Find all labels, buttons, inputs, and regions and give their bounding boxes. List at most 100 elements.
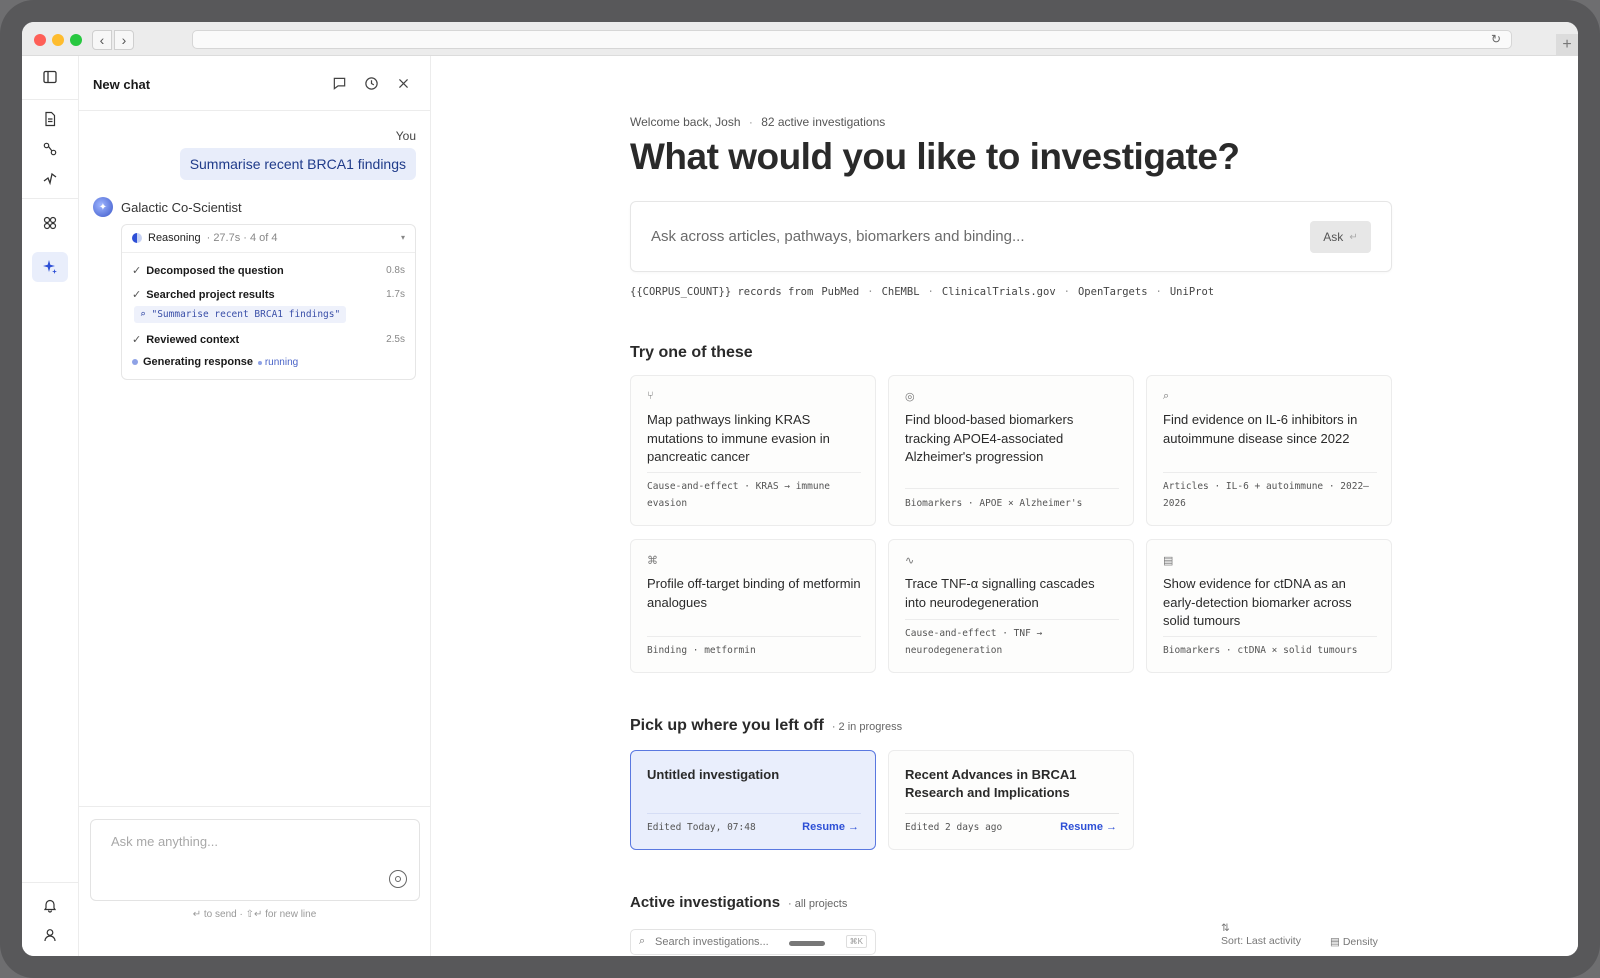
close-window-button[interactable] <box>34 34 46 46</box>
rail-articles[interactable] <box>32 104 68 134</box>
active-meta: · all projects <box>788 898 848 910</box>
page-title: What would you like to investigate? <box>630 136 1240 177</box>
reasoning-header[interactable]: Reasoning · 27.7s · 4 of 4 <box>132 232 278 244</box>
profile-button[interactable] <box>32 920 68 950</box>
ask-button[interactable]: Ask ↵ <box>1310 221 1371 253</box>
sort-label: Sort: Last activity <box>1221 935 1301 947</box>
rail-divider <box>22 882 79 883</box>
resume-button[interactable]: Resume → <box>802 821 859 833</box>
pickup-title: Pick up where you left off <box>630 717 824 734</box>
new-chat-button[interactable] <box>329 73 349 93</box>
try-section-title: Try one of these <box>630 344 753 361</box>
source-item: OpenTargets <box>1077 286 1148 298</box>
ask-box[interactable]: Ask ↵ <box>630 201 1392 272</box>
chat-composer[interactable] <box>90 819 420 901</box>
chat-header: New chat <box>79 56 430 111</box>
source-separator: · <box>1155 286 1162 298</box>
status-dot-icon <box>258 360 263 365</box>
query-text: "Summarise recent BRCA1 findings" <box>151 309 341 320</box>
investigation-title: Untitled investigation <box>647 767 780 782</box>
address-bar[interactable]: ↻ <box>192 30 1512 49</box>
rail-biomarkers[interactable] <box>32 164 68 194</box>
investigation-search[interactable]: ⌕ ⌘K <box>630 929 876 955</box>
active-section-title: Active investigations · all projects <box>630 894 847 911</box>
suggestion-card[interactable]: ⌘ Profile off-target binding of metformi… <box>630 539 876 673</box>
forward-button[interactable]: › <box>114 30 134 50</box>
composer-divider <box>79 806 430 807</box>
density-control[interactable]: ▤ Density <box>1330 936 1378 948</box>
suggestion-card[interactable]: ⌕ Find evidence on IL-6 inhibitors in au… <box>1146 375 1392 526</box>
investigation-card[interactable]: Recent Advances in BRCA1 Research and Im… <box>888 750 1134 850</box>
main-content: Welcome back, Josh · 82 active investiga… <box>431 56 1578 956</box>
step-label: Generating response <box>143 356 254 368</box>
check-icon: ✓ <box>132 334 142 346</box>
suggestion-title: Find blood-based biomarkers tracking APO… <box>905 412 1074 464</box>
suggestion-title: Profile off-target binding of metformin … <box>647 576 861 610</box>
maximize-window-button[interactable] <box>70 34 82 46</box>
binding-icon <box>43 216 57 230</box>
reasoning-title: Reasoning <box>148 232 201 244</box>
chat-history-button[interactable] <box>361 73 381 93</box>
notifications-button[interactable] <box>32 890 68 920</box>
sort-icon: ⇅ <box>1221 922 1230 934</box>
binding-icon: ⌘ <box>647 555 658 567</box>
new-tab-button[interactable]: + <box>1556 34 1578 56</box>
investigation-title: Recent Advances in BRCA1 Research and Im… <box>905 767 1077 800</box>
ask-button-label: Ask <box>1323 230 1344 244</box>
ask-input[interactable] <box>651 228 1301 245</box>
assistant-name: Galactic Co-Scientist <box>121 199 242 215</box>
suggestion-title: Show evidence for ctDNA as an early-dete… <box>1163 576 1352 628</box>
reload-icon[interactable]: ↻ <box>1491 32 1501 46</box>
active-count: 82 active investigations <box>761 115 886 129</box>
shortcut-badge: ⌘K <box>845 935 867 948</box>
suggestion-tags: Cause-and-effect · TNF → neurodegenerati… <box>905 628 1043 656</box>
send-button[interactable] <box>389 870 407 888</box>
search-icon: ⌕ <box>140 309 146 320</box>
reasoning-step: ✓ Reviewed context <box>132 333 239 347</box>
clock-icon <box>364 76 378 90</box>
status-text: running <box>264 356 299 368</box>
reasoning-step: ✓ Searched project results <box>132 288 275 302</box>
rail-binding[interactable] <box>32 208 68 238</box>
card-divider <box>647 472 861 473</box>
investigation-search-input[interactable] <box>655 936 785 948</box>
close-chat-button[interactable] <box>393 73 413 93</box>
document-icon: ▤ <box>1163 555 1174 567</box>
investigation-card[interactable]: Untitled investigation Edited Today, 07:… <box>630 750 876 850</box>
chat-panel: New chat You Summarise recent BRCA1 find… <box>79 56 431 956</box>
source-item: UniProt <box>1169 286 1215 298</box>
rail-pathways[interactable] <box>32 134 68 164</box>
reasoning-panel[interactable]: Reasoning · 27.7s · 4 of 4 ▾ ✓ Decompose… <box>121 224 416 380</box>
source-separator: · <box>927 286 934 298</box>
search-query-chip: ⌕ "Summarise recent BRCA1 findings" <box>134 306 347 323</box>
suggestion-card[interactable]: ▤ Show evidence for ctDNA as an early-de… <box>1146 539 1392 673</box>
user-message: Summarise recent BRCA1 findings <box>179 148 416 180</box>
density-label: Density <box>1342 936 1378 948</box>
suggestion-tags: Biomarkers · APOE × Alzheimer's <box>905 498 1083 509</box>
card-divider <box>1163 636 1377 637</box>
source-separator: · <box>867 286 874 298</box>
rail-co-scientist[interactable] <box>32 252 68 282</box>
suggestion-tags: Binding · metformin <box>647 645 756 656</box>
target-icon <box>395 876 401 882</box>
step-label: Searched project results <box>146 288 275 301</box>
chevron-down-icon[interactable]: ▾ <box>401 233 405 242</box>
sidebar-toggle-button[interactable] <box>32 62 68 92</box>
assistant-avatar: ✦ <box>93 197 113 217</box>
pickup-section-title: Pick up where you left off · 2 in progres… <box>630 717 902 735</box>
sidebar-toggle-icon <box>43 70 57 84</box>
minimize-window-button[interactable] <box>52 34 64 46</box>
card-divider <box>647 813 861 814</box>
suggestion-card[interactable]: ◎ Find blood-based biomarkers tracking A… <box>888 375 1134 526</box>
browser-titlebar: ‹ › ↻ + <box>22 22 1578 56</box>
sort-control[interactable]: ⇅ Sort: Last activity <box>1221 922 1301 948</box>
chat-title: New chat <box>93 77 151 92</box>
chat-input[interactable] <box>111 834 371 849</box>
step-status: running <box>258 357 298 368</box>
back-button[interactable]: ‹ <box>92 30 112 50</box>
suggestion-card[interactable]: ∿ Trace TNF-α signalling cascades into n… <box>888 539 1134 673</box>
suggestion-title: Map pathways linking KRAS mutations to i… <box>647 412 830 464</box>
investigation-edited: Edited 2 days ago <box>905 822 1003 833</box>
suggestion-card[interactable]: ⑂ Map pathways linking KRAS mutations to… <box>630 375 876 526</box>
resume-button[interactable]: Resume → <box>1060 821 1117 833</box>
